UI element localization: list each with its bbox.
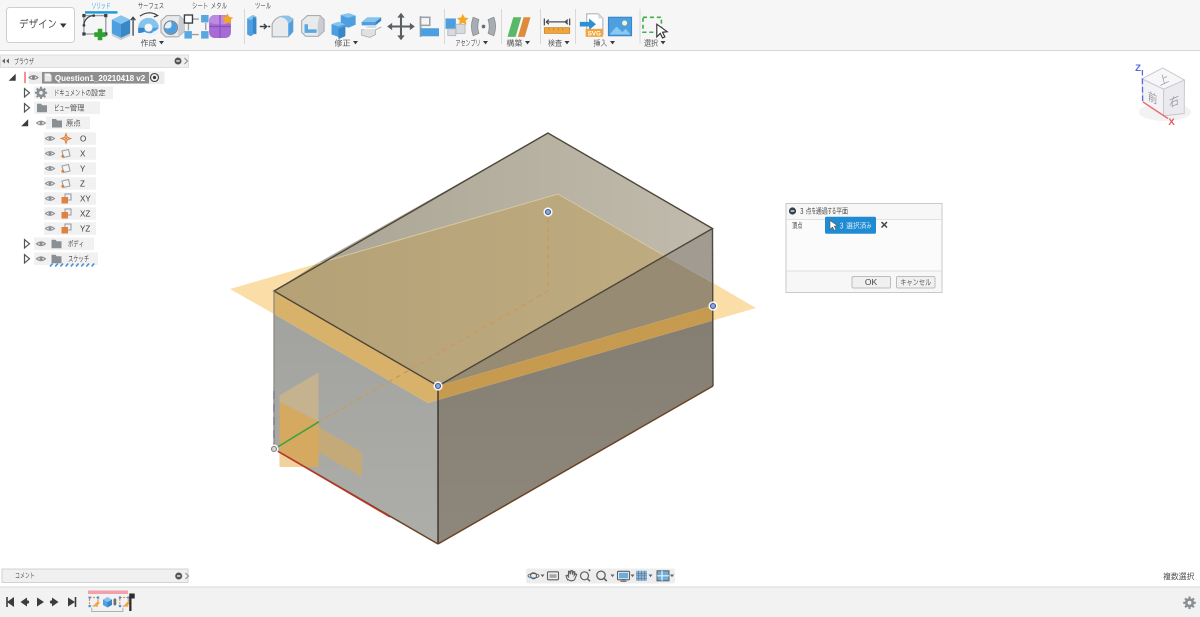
svg-text:O: O [80, 134, 86, 143]
svg-text:OK: OK [865, 277, 878, 287]
svg-text:Question1_20210418 v2: Question1_20210418 v2 [55, 74, 146, 83]
svg-text:YZ: YZ [80, 224, 90, 233]
svg-text:XY: XY [80, 194, 91, 203]
svg-text:Z: Z [80, 179, 85, 188]
svg-text:XZ: XZ [80, 209, 90, 218]
svg-text:Y: Y [80, 164, 86, 173]
svg-text:SVG: SVG [588, 30, 601, 37]
svg-text:X: X [80, 149, 86, 158]
svg-text:Z: Z [1135, 63, 1141, 74]
svg-text:X: X [1168, 117, 1175, 128]
